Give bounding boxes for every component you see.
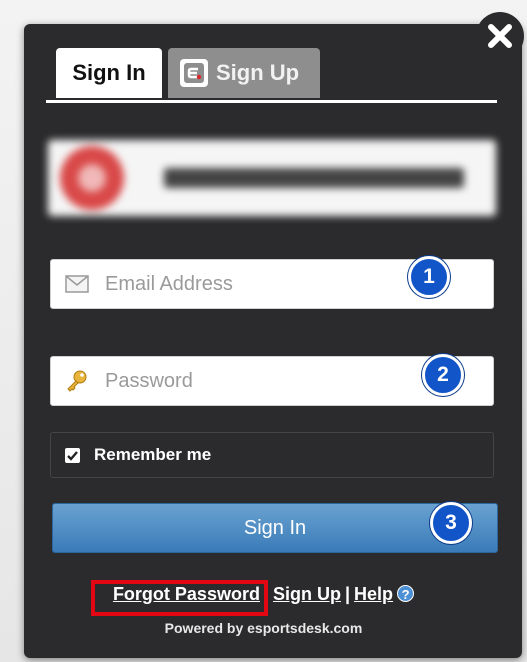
footer-separator-1: |: [263, 584, 269, 604]
help-icon[interactable]: ?: [397, 585, 415, 602]
tab-sign-in[interactable]: Sign In: [56, 48, 162, 98]
esportsdesk-logo-icon: [180, 59, 208, 87]
envelope-icon: [61, 275, 93, 293]
close-icon: [488, 24, 512, 48]
sign-in-dialog: Sign In Sign Up Email Address Remember m…: [24, 24, 522, 658]
email-input[interactable]: [103, 271, 427, 297]
help-link[interactable]: Help: [354, 584, 393, 604]
step-badge-2: 2: [422, 354, 464, 396]
remember-me-row[interactable]: Remember me: [50, 432, 494, 478]
close-button[interactable]: [476, 12, 524, 60]
page: Sign In Sign Up Email Address Remember m…: [0, 0, 527, 662]
forgot-password-link[interactable]: Forgot Password: [113, 584, 260, 604]
key-icon: [61, 369, 93, 393]
password-input[interactable]: [103, 368, 427, 394]
sign-up-link[interactable]: Sign Up: [273, 584, 341, 604]
tab-sign-up[interactable]: Sign Up: [168, 48, 320, 98]
footer-separator-2: |: [345, 584, 351, 604]
organization-logo: [48, 140, 496, 216]
checkmark-icon: [67, 450, 78, 461]
powered-by-text: Powered by esportsdesk.com: [164, 620, 363, 636]
tab-underline: [46, 100, 497, 103]
remember-me-label: Remember me: [94, 445, 212, 464]
tab-sign-up-label: Sign Up: [216, 60, 300, 85]
logo-text: [164, 168, 464, 188]
step-badge-1: 1: [408, 256, 450, 298]
tab-sign-in-label: Sign In: [72, 60, 146, 85]
step-badge-3: 3: [430, 502, 472, 544]
logo-circle: [60, 146, 124, 210]
footer-links: Forgot Password | Sign Up | Help?: [0, 584, 527, 605]
remember-me-checkbox[interactable]: [65, 447, 80, 463]
tab-bar: Sign In Sign Up: [56, 48, 320, 100]
